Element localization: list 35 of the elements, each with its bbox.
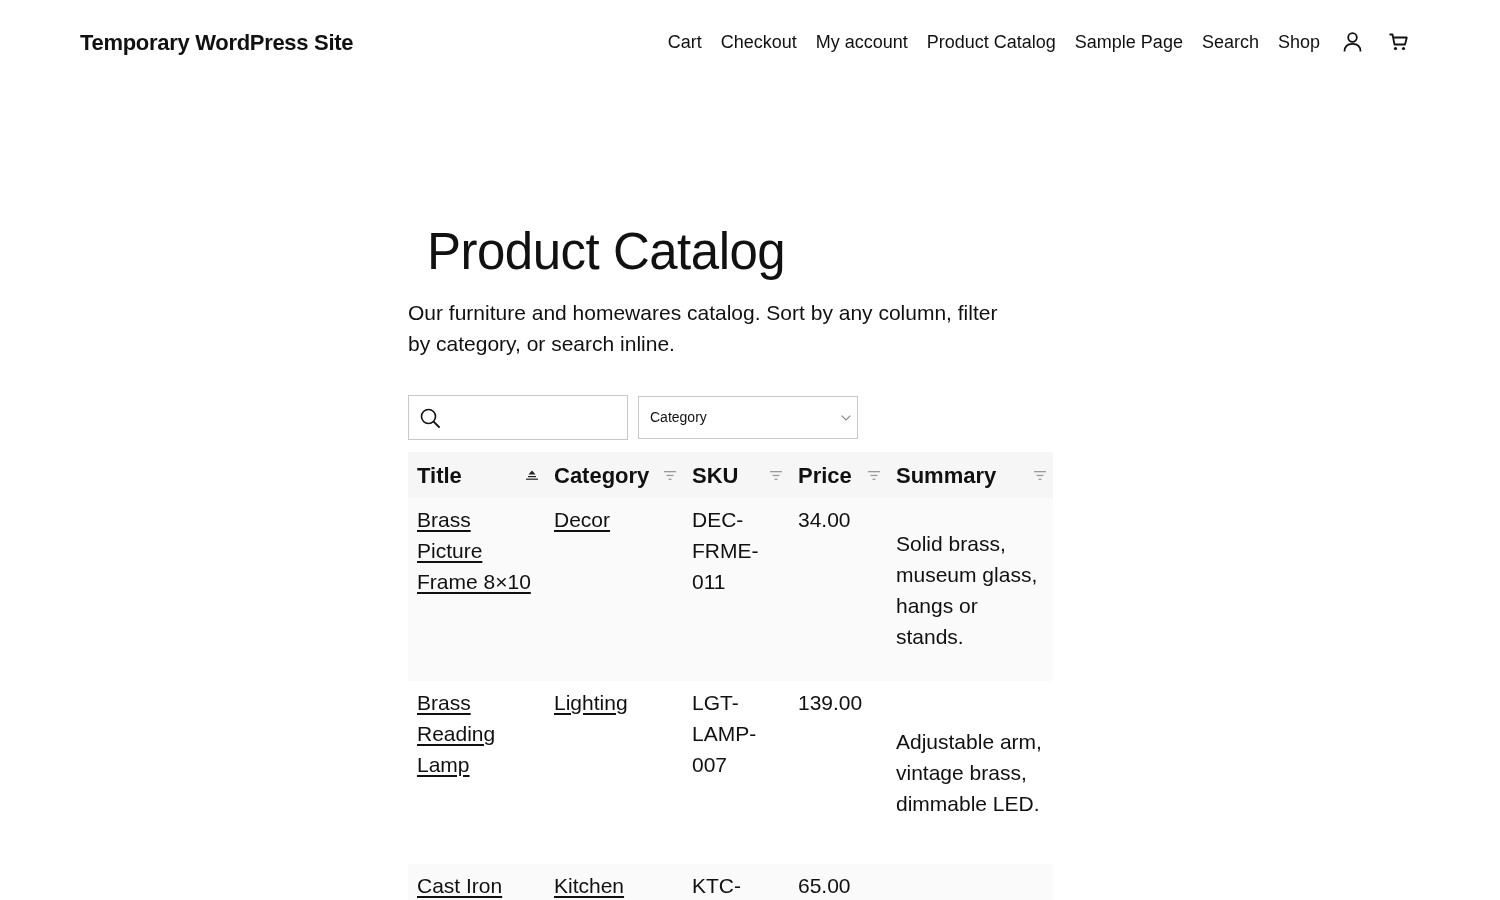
- category-select[interactable]: Category: [638, 396, 858, 439]
- sku-text: DEC-FRME-011: [692, 507, 760, 595]
- price-text: 65.00: [798, 873, 851, 899]
- nav-link[interactable]: My account: [815, 28, 908, 56]
- site-title[interactable]: Temporary WordPress Site: [80, 25, 354, 59]
- search-field[interactable]: [408, 395, 628, 440]
- product-title-link[interactable]: Brass Reading Lamp: [417, 687, 536, 780]
- column-header[interactable]: Summary: [896, 458, 997, 492]
- column-header[interactable]: Title: [417, 458, 462, 492]
- page-title: Product Catalog: [426, 222, 786, 282]
- summary-text: Adjustable arm, vintage brass, dimmable LED.: [896, 729, 1043, 817]
- summary-text: Solid brass, museum glass, hangs or stands.: [896, 530, 1039, 650]
- cart-icon[interactable]: [1389, 33, 1408, 51]
- product-title-link[interactable]: Brass Picture Frame 8×10: [417, 504, 536, 597]
- column-header[interactable]: SKU: [692, 458, 739, 492]
- search-icon: [420, 407, 440, 428]
- sku-text: KTC-: [692, 873, 741, 899]
- nav-link[interactable]: Sample Page: [1074, 28, 1183, 56]
- column-header[interactable]: Category: [554, 458, 650, 492]
- nav-link[interactable]: Shop: [1277, 28, 1320, 56]
- category-link[interactable]: Decor: [554, 504, 611, 535]
- page-description: Our furniture and homewares catalog. Sort by any column, filter by category, or search inline.: [408, 300, 999, 357]
- user-icon[interactable]: [1343, 32, 1362, 52]
- nav-link[interactable]: Cart: [667, 28, 702, 56]
- nav-link[interactable]: Product Catalog: [926, 28, 1056, 56]
- price-text: 34.00: [798, 507, 851, 533]
- product-title-link[interactable]: Cast Iron: [417, 870, 503, 900]
- nav-link[interactable]: Checkout: [720, 28, 797, 56]
- chevron-down-icon: [841, 414, 851, 421]
- sku-text: LGT-LAMP-007: [692, 690, 758, 778]
- nav-link[interactable]: Search: [1201, 28, 1259, 56]
- category-link[interactable]: Lighting: [554, 687, 628, 718]
- category-link[interactable]: Kitchen: [554, 870, 625, 900]
- price-text: 139.00: [798, 690, 863, 716]
- column-header[interactable]: Price: [798, 458, 852, 492]
